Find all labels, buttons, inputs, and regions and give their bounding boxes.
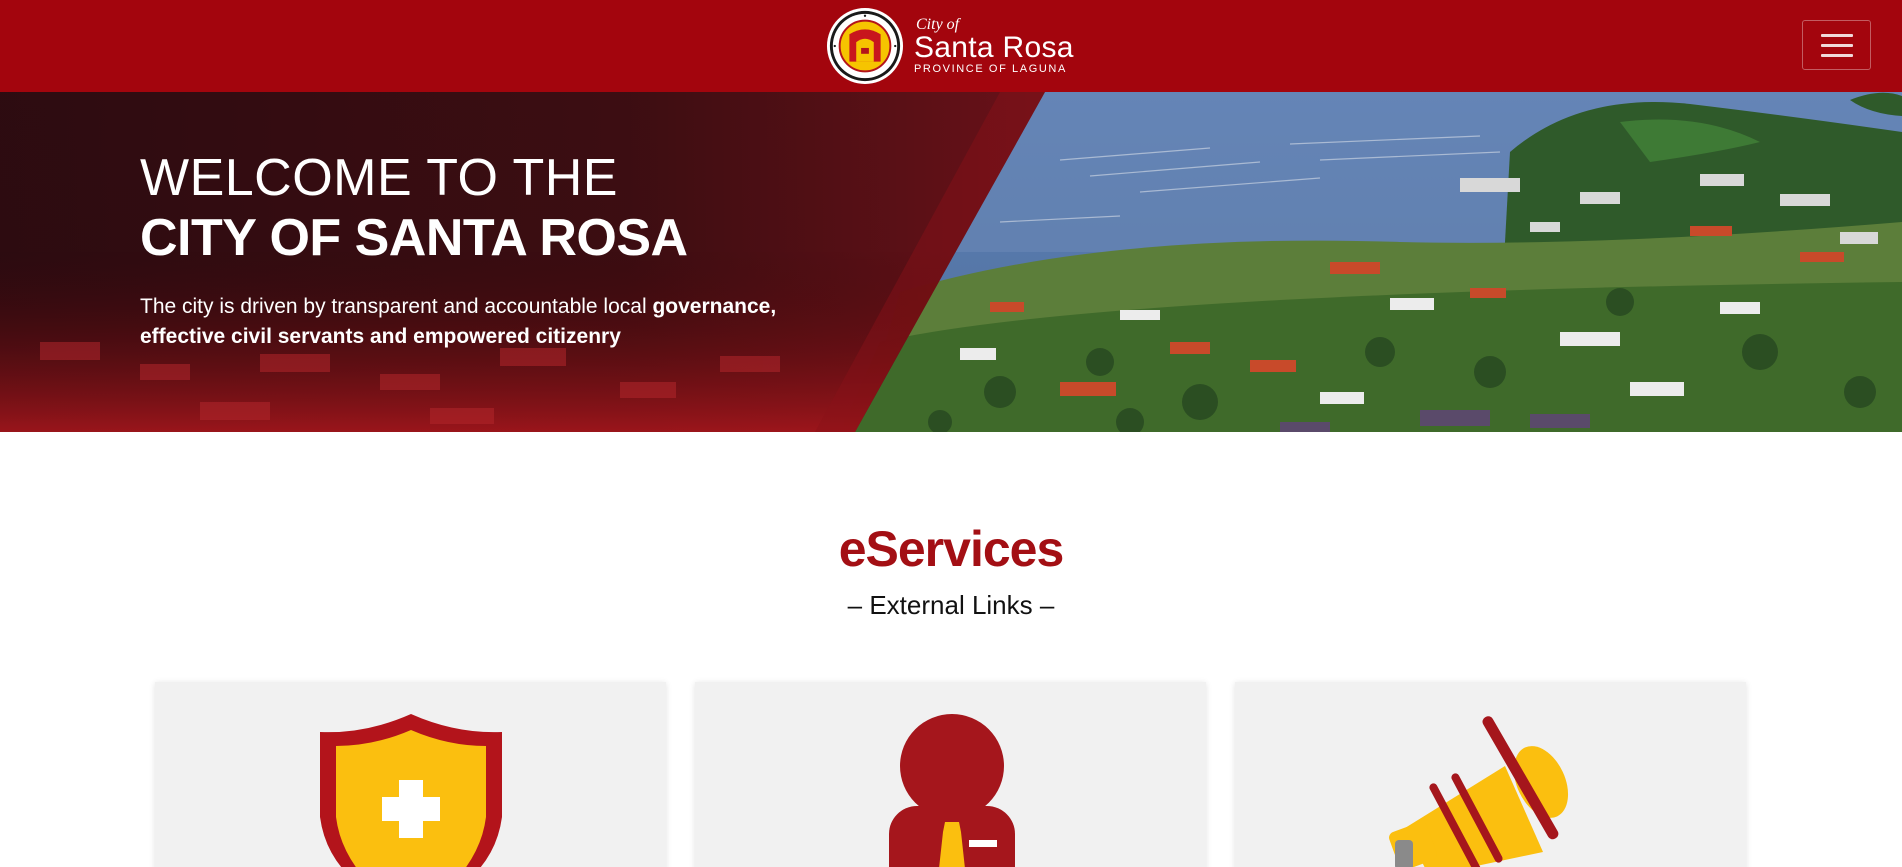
- hero-desc-bold2: effective civil servants and empowered c…: [140, 325, 621, 348]
- hero-desc-bold1: governance,: [652, 295, 777, 318]
- top-navbar: City of Santa Rosa PROVINCE OF LAGUNA: [0, 0, 1902, 92]
- hero-city-heading: CITY OF SANTA ROSA: [140, 209, 688, 267]
- hero-description: The city is driven by transparent and ac…: [140, 292, 820, 352]
- brand-logo-link[interactable]: City of Santa Rosa PROVINCE OF LAGUNA: [826, 6, 1074, 86]
- eservices-subtitle: – External Links –: [847, 590, 1055, 620]
- hero-banner: WELCOME TO THE CITY OF SANTA ROSA The ci…: [0, 92, 1902, 432]
- hamburger-menu-icon: [1820, 33, 1853, 37]
- employee-icon: [889, 714, 1015, 867]
- hamburger-menu-icon-bar: [1820, 53, 1853, 57]
- brand-text: City of Santa Rosa PROVINCE OF LAGUNA: [914, 17, 1074, 75]
- city-seal-icon: [826, 7, 904, 85]
- hero-text: WELCOME TO THE CITY OF SANTA ROSA The ci…: [140, 148, 820, 352]
- hamburger-menu-icon-bar: [1820, 43, 1853, 47]
- eservices-title: eServices: [838, 521, 1065, 577]
- eservice-card-health[interactable]: [155, 682, 666, 867]
- hamburger-menu-button[interactable]: [1802, 20, 1871, 70]
- health-shield-icon: [320, 714, 502, 867]
- hero-desc-text: The city is driven by transparent and ac…: [140, 295, 653, 318]
- eservice-card-announcements[interactable]: [1235, 682, 1746, 867]
- eservice-card-employee[interactable]: [695, 682, 1206, 867]
- hero-welcome-heading: WELCOME TO THE: [140, 149, 618, 207]
- brand-name: Santa Rosa: [914, 31, 1074, 64]
- brand-province: PROVINCE OF LAGUNA: [914, 63, 1067, 75]
- megaphone-icon: [1389, 716, 1569, 867]
